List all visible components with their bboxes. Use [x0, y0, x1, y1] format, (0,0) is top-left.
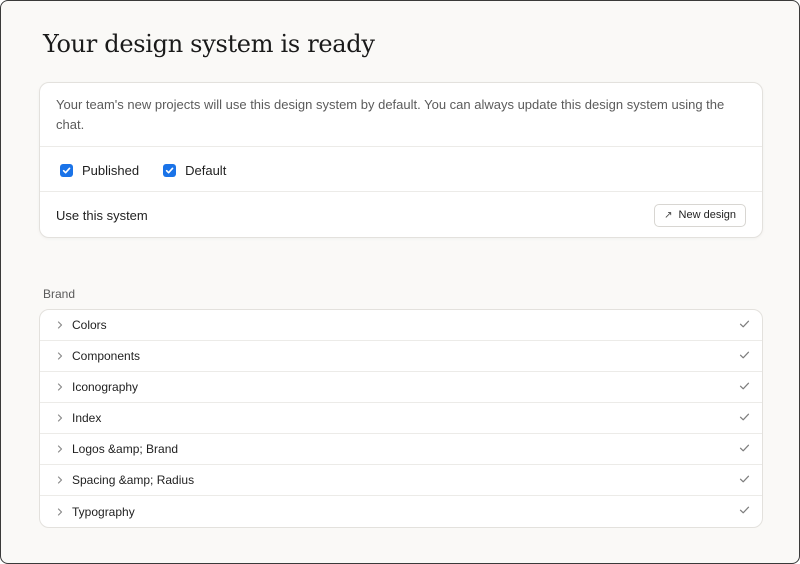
- chevron-right-icon: [54, 507, 66, 516]
- check-icon: [739, 381, 750, 391]
- list-item-components[interactable]: Components: [40, 341, 762, 372]
- list-item-iconography[interactable]: Iconography: [40, 372, 762, 403]
- chevron-right-icon: [54, 383, 66, 391]
- check-icon: [739, 412, 750, 422]
- use-system-label: Use this system: [56, 207, 148, 223]
- chevron-right-icon: [54, 476, 66, 484]
- chevron-right-icon: [54, 321, 66, 329]
- checkbox-row: Published Default: [60, 161, 250, 179]
- list-item-label: Components: [72, 349, 141, 363]
- page-title: Your design system is ready: [43, 30, 375, 58]
- list-item-label: Index: [72, 411, 102, 425]
- brand-section-label: Brand: [43, 287, 76, 301]
- check-icon: [739, 350, 750, 360]
- checkmark-icon: [165, 167, 174, 173]
- check-icon: [739, 319, 750, 329]
- published-checkbox-item[interactable]: Published: [60, 163, 139, 178]
- default-checkbox[interactable]: [163, 163, 177, 177]
- list-item-spacing-radius[interactable]: Spacing &amp; Radius: [40, 465, 762, 496]
- brand-list: Colors Components Iconography Index Logo…: [39, 309, 763, 528]
- card-divider: [40, 191, 762, 192]
- list-item-label: Typography: [72, 504, 135, 519]
- list-item-colors[interactable]: Colors: [40, 310, 762, 341]
- list-item-index[interactable]: Index: [40, 403, 762, 434]
- design-system-card: Your team's new projects will use this d…: [39, 82, 763, 238]
- list-item-logos-brand[interactable]: Logos &amp; Brand: [40, 434, 762, 465]
- published-checkbox[interactable]: [60, 163, 73, 177]
- published-label: Published: [82, 162, 140, 178]
- list-item-label: Spacing &amp; Radius: [72, 473, 195, 487]
- arrow-up-right-icon: ↗: [664, 209, 673, 221]
- chevron-right-icon: [54, 414, 66, 422]
- list-item-typography[interactable]: Typography: [40, 496, 762, 527]
- list-item-label: Logos &amp; Brand: [72, 442, 179, 456]
- use-system-row: Use this system ↗ New design: [56, 202, 746, 228]
- list-item-label: Colors: [72, 318, 107, 332]
- check-icon: [739, 443, 750, 453]
- chevron-right-icon: [54, 445, 66, 453]
- default-checkbox-item[interactable]: Default: [163, 163, 226, 178]
- design-system-window: Your design system is ready Your team's …: [0, 0, 800, 564]
- new-design-label: New design: [678, 209, 736, 221]
- checkmark-icon: [62, 167, 71, 173]
- list-item-label: Iconography: [72, 380, 139, 394]
- check-icon: [739, 505, 750, 515]
- card-description: Your team's new projects will use this d…: [56, 97, 725, 132]
- check-icon: [739, 474, 750, 484]
- card-divider: [40, 146, 762, 147]
- default-label: Default: [185, 162, 227, 178]
- chevron-right-icon: [54, 352, 66, 360]
- new-design-button[interactable]: ↗ New design: [654, 203, 746, 227]
